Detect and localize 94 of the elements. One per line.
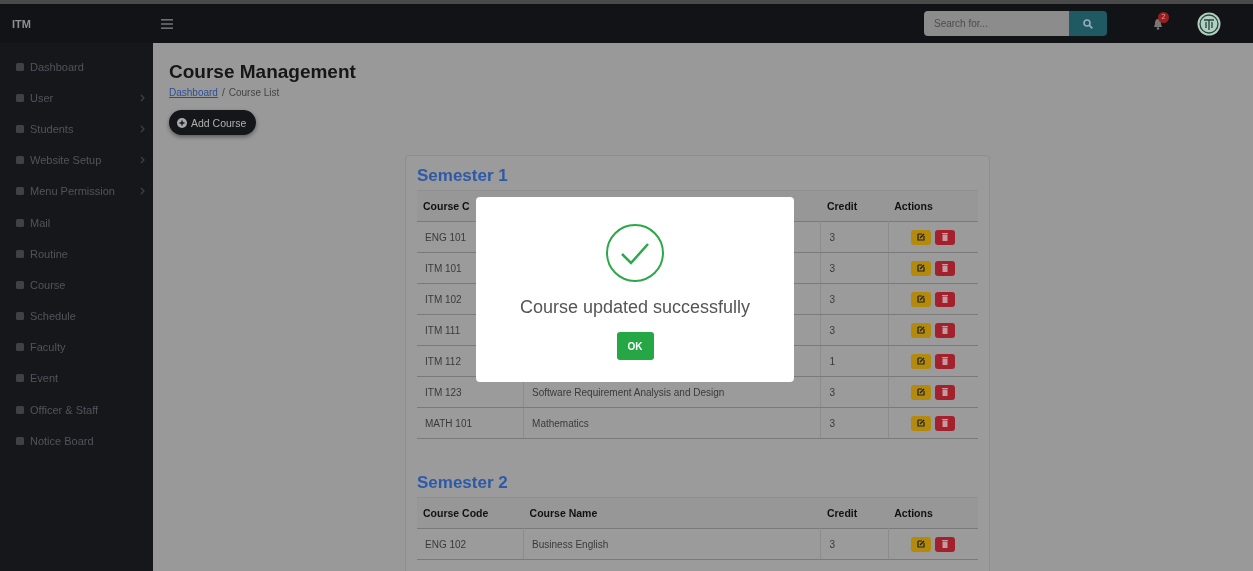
sidebar-item[interactable]: Course <box>0 269 153 301</box>
square-icon <box>16 436 24 445</box>
avatar-icon[interactable] <box>1197 11 1221 36</box>
square-icon <box>16 62 24 71</box>
table-cell: 3 <box>820 314 889 346</box>
edit-icon <box>917 233 926 241</box>
menu-button[interactable] <box>161 18 173 29</box>
square-icon <box>16 218 24 227</box>
edit-button[interactable] <box>911 322 932 338</box>
edit-icon <box>917 540 926 548</box>
square-icon <box>16 187 24 196</box>
trash-icon <box>942 326 949 334</box>
ok-button[interactable]: OK <box>616 332 654 360</box>
column-header: Actions <box>888 497 978 529</box>
edit-icon <box>917 357 926 365</box>
table-cell: 3 <box>820 407 889 439</box>
sidebar-item[interactable]: Dashboard <box>0 51 153 83</box>
table-cell: 3 <box>820 221 889 253</box>
breadcrumb-separator: / <box>221 87 225 98</box>
sidebar-item[interactable]: Faculty <box>0 331 153 363</box>
edit-button[interactable] <box>911 415 932 431</box>
edit-icon <box>917 295 926 303</box>
delete-button[interactable] <box>935 229 956 245</box>
checkmark-circle-icon <box>605 223 665 283</box>
edit-icon <box>917 419 926 427</box>
delete-button[interactable] <box>935 291 956 307</box>
table-cell: MATH 101 <box>417 407 524 439</box>
delete-button[interactable] <box>935 384 956 400</box>
table-cell: 3 <box>820 528 889 560</box>
edit-button[interactable] <box>911 384 932 400</box>
sidebar-item[interactable]: Menu Permission <box>0 175 153 207</box>
table-cell: 3 <box>820 252 889 284</box>
search-field[interactable]: Search for... <box>924 11 1069 36</box>
sidebar-item[interactable]: Routine <box>0 238 153 270</box>
sidebar-item[interactable]: Schedule <box>0 300 153 332</box>
sidebar-item[interactable]: Event <box>0 362 153 395</box>
square-icon <box>16 156 24 165</box>
edit-button[interactable] <box>911 353 932 369</box>
page-title: Course Management <box>169 61 357 83</box>
menu-icon <box>161 18 173 29</box>
table-cell: 1 <box>820 345 889 377</box>
edit-button[interactable] <box>911 291 932 307</box>
delete-button[interactable] <box>935 260 956 276</box>
edit-button[interactable] <box>911 260 932 276</box>
search-button[interactable] <box>1069 11 1107 36</box>
sidebar-item[interactable]: User <box>0 82 153 114</box>
square-icon <box>16 343 24 352</box>
square-icon <box>16 405 24 414</box>
edit-icon <box>917 326 926 334</box>
edit-button[interactable] <box>911 536 932 552</box>
edit-icon <box>917 264 926 272</box>
semester-title: Semester 1 <box>417 166 509 186</box>
square-icon <box>16 312 24 321</box>
sidebar-item[interactable]: Notice Board <box>0 425 153 457</box>
breadcrumb-link[interactable]: Dashboard <box>169 87 218 98</box>
square-icon <box>16 93 24 102</box>
sidebar-item[interactable]: Mail <box>0 206 153 239</box>
square-icon <box>16 124 24 133</box>
sidebar-item[interactable]: Website Setup <box>0 144 153 176</box>
trash-icon <box>942 419 949 427</box>
table-cell: 3 <box>820 283 889 315</box>
square-icon <box>16 374 24 383</box>
table-cell: 3 <box>820 376 889 408</box>
add-course-button[interactable]: Add Course <box>169 110 257 135</box>
table-cell: Mathematics <box>523 407 821 439</box>
search-icon <box>1083 18 1093 29</box>
square-icon <box>16 249 24 258</box>
delete-button[interactable] <box>935 415 956 431</box>
column-header: Credit <box>820 190 889 222</box>
brand-name: ITM <box>11 17 32 30</box>
trash-icon <box>942 388 949 396</box>
bell-icon[interactable] <box>1153 17 1163 30</box>
trash-icon <box>942 295 949 303</box>
edit-button[interactable] <box>911 229 932 245</box>
table-cell: ENG 102 <box>417 528 524 560</box>
column-header: Course Name <box>523 497 821 529</box>
column-header: Credit <box>820 497 889 529</box>
trash-icon <box>942 264 949 272</box>
trash-icon <box>942 233 949 241</box>
delete-button[interactable] <box>935 322 956 338</box>
column-header: Course Code <box>417 497 524 529</box>
trash-icon <box>942 357 949 365</box>
sidebar-item[interactable]: Officer & Staff <box>0 394 153 426</box>
sidebar-item[interactable]: Students <box>0 113 153 145</box>
breadcrumb-current: Course List <box>228 87 280 98</box>
edit-icon <box>917 388 926 396</box>
semester-title: Semester 2 <box>417 473 509 493</box>
trash-icon <box>942 540 949 548</box>
column-header: Actions <box>888 190 978 222</box>
plus-circle-icon <box>177 117 187 128</box>
square-icon <box>16 280 24 289</box>
table-cell: Business English <box>523 528 821 560</box>
delete-button[interactable] <box>935 536 956 552</box>
delete-button[interactable] <box>935 353 956 369</box>
